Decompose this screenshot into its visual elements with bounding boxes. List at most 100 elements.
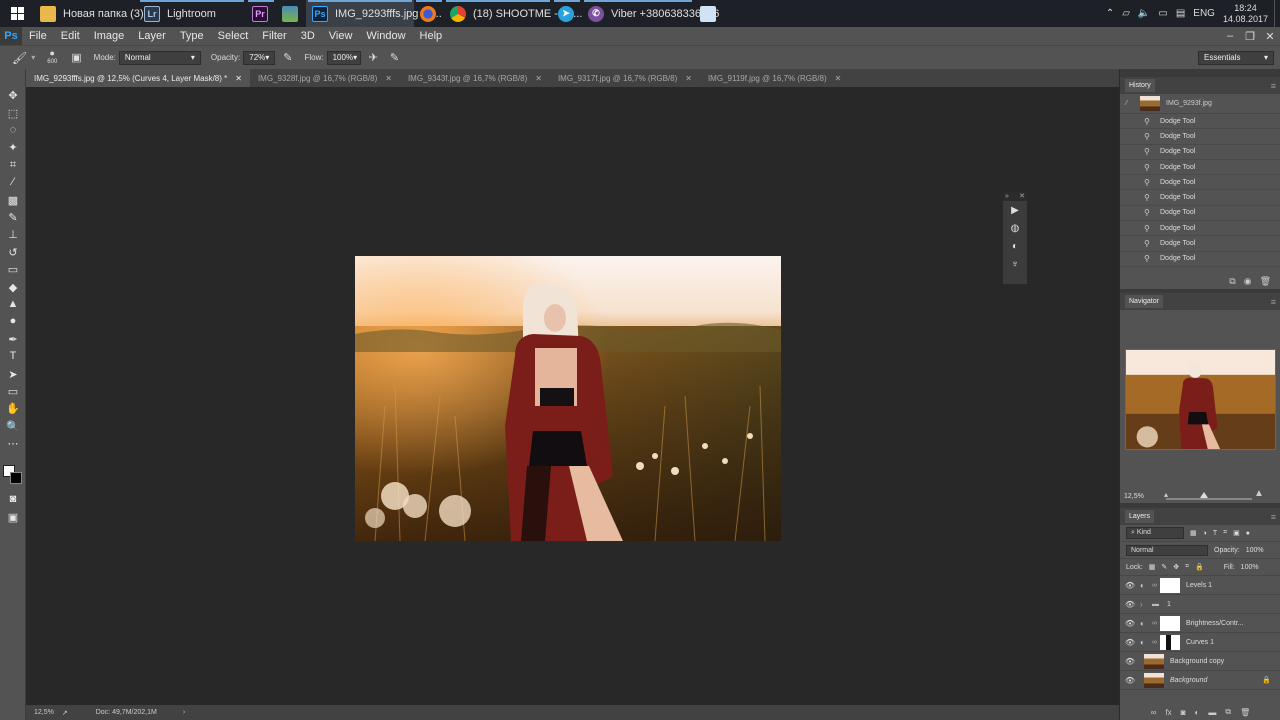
close-tab-icon[interactable]: ✕ <box>385 74 392 83</box>
pen-tool-icon[interactable]: ✒ <box>4 331 22 347</box>
history-snapshot[interactable]: ⁄ IMG_9293f.jpg <box>1120 94 1280 114</box>
taskbar-item-photoshop[interactable]: Ps IMG_9293fffs.jpg @... <box>306 0 442 27</box>
menu-3d[interactable]: 3D <box>294 30 322 42</box>
lock-all-icon[interactable]: 🔒 <box>1195 563 1204 571</box>
tab-layers[interactable]: Layers <box>1125 510 1155 523</box>
type-tool-icon[interactable]: T <box>4 348 22 364</box>
dodge-tool-icon[interactable]: ● <box>4 313 22 329</box>
visibility-eye-icon[interactable]: 👁 <box>1120 638 1140 647</box>
background-color-swatch[interactable] <box>10 472 22 484</box>
menu-layer[interactable]: Layer <box>131 30 173 42</box>
layer-background[interactable]: 👁 Background 🔒 <box>1120 671 1280 690</box>
taskbar-item-viber[interactable]: ✆ Viber +380638336126 <box>582 0 719 27</box>
eraser-tool-icon[interactable]: ▭ <box>4 261 22 277</box>
trash-icon[interactable]: 🗑 <box>1240 708 1250 717</box>
opacity-field[interactable]: 72% ▾ <box>243 50 276 65</box>
brush-preset-picker[interactable]: ● 600 <box>47 48 57 67</box>
filter-toggle-icon[interactable]: ● <box>1246 530 1250 537</box>
adjustments-icon[interactable]: ◍ <box>1003 219 1027 237</box>
workspace-switcher[interactable]: Essentials ▾ <box>1198 50 1274 65</box>
filter-smart-icon[interactable]: ▣ <box>1233 529 1240 537</box>
filter-adjustment-icon[interactable]: ◑ <box>1203 530 1207 537</box>
hand-tool-icon[interactable]: ✋ <box>4 400 22 416</box>
tray-expand-icon[interactable]: ⌃ <box>1106 8 1114 19</box>
layer-mask-thumbnail[interactable] <box>1160 634 1180 650</box>
brush-tool-icon[interactable]: ✎ <box>4 209 22 225</box>
menu-filter[interactable]: Filter <box>255 30 293 42</box>
panel-menu-icon[interactable]: ≡ <box>1271 297 1276 307</box>
filter-pixel-icon[interactable]: ▦ <box>1190 529 1197 537</box>
visibility-eye-icon[interactable]: 👁 <box>1120 676 1140 685</box>
new-group-icon[interactable]: ▬ <box>1208 708 1216 717</box>
navigator-preview[interactable] <box>1125 349 1276 450</box>
layer-brightness-contrast[interactable]: 👁 ◐ ∞ Brightness/Contr... <box>1120 614 1280 633</box>
taskbar-item-firefox[interactable] <box>414 0 444 27</box>
filter-shape-icon[interactable]: ⌗ <box>1223 529 1227 537</box>
doc-tab-img-9119[interactable]: IMG_9119f.jpg @ 16,7% (RGB/8) ✕ <box>700 69 849 87</box>
collapse-icon[interactable]: » <box>1005 192 1009 201</box>
taskbar-item-chrome[interactable]: (18) SHOOTME - Yo... <box>444 0 582 27</box>
status-menu-chevron-icon[interactable]: › <box>183 709 185 716</box>
close-tab-icon[interactable]: ✕ <box>835 74 842 83</box>
network-icon[interactable]: ▱ <box>1122 8 1130 19</box>
zoom-in-icon[interactable]: ▲ <box>1254 488 1264 499</box>
path-selection-tool-icon[interactable]: ➤ <box>4 366 22 382</box>
marquee-tool-icon[interactable]: ⬚ <box>4 105 22 121</box>
visibility-eye-icon[interactable]: 👁 <box>1120 600 1140 609</box>
brush-settings-icon[interactable]: ♆ <box>1003 255 1027 273</box>
blend-mode-select[interactable]: Normal <box>1126 544 1208 556</box>
menu-image[interactable]: Image <box>87 30 132 42</box>
volume-icon[interactable]: 🔈 <box>1138 8 1150 19</box>
menu-window[interactable]: Window <box>359 30 412 42</box>
history-step[interactable]: ⚲ Dodge Tool <box>1120 190 1280 206</box>
history-brush-tool-icon[interactable]: ↺ <box>4 244 22 260</box>
play-icon[interactable]: ▶ <box>1003 201 1027 219</box>
layer-mask-thumbnail[interactable] <box>1160 577 1180 593</box>
airbrush-icon[interactable]: ✈ <box>369 51 378 64</box>
link-chain-icon[interactable]: ∞ <box>1152 639 1160 646</box>
doc-tab-img-9317[interactable]: IMG_9317f.jpg @ 16,7% (RGB/8) ✕ <box>550 69 700 87</box>
lasso-tool-icon[interactable]: ◌ <box>4 122 22 138</box>
lock-artboard-icon[interactable]: ⌗ <box>1185 563 1189 571</box>
blur-tool-icon[interactable]: ▲ <box>4 296 22 312</box>
menu-view[interactable]: View <box>322 30 360 42</box>
layer-background-copy[interactable]: 👁 Background copy <box>1120 652 1280 671</box>
visibility-eye-icon[interactable]: 👁 <box>1120 619 1140 628</box>
navigator-zoom-slider[interactable] <box>1166 498 1252 500</box>
menu-type[interactable]: Type <box>173 30 211 42</box>
brush-panel-toggle-icon[interactable]: ▣ <box>71 51 81 64</box>
taskbar-item-premiere[interactable]: Pr <box>246 0 276 27</box>
menu-file[interactable]: File <box>22 30 54 42</box>
properties-icon[interactable]: ◐ <box>1003 237 1027 255</box>
taskbar-item-lightroom[interactable]: Lr Lightroom <box>138 0 246 27</box>
paint-bucket-tool-icon[interactable]: ◆ <box>4 279 22 295</box>
flow-field[interactable]: 100% ▾ <box>326 50 361 65</box>
navigator-zoom-knob[interactable] <box>1200 492 1208 498</box>
pressure-opacity-icon[interactable]: ✎ <box>283 51 292 64</box>
history-step[interactable]: ⚲ Dodge Tool <box>1120 236 1280 252</box>
layer-opacity-field[interactable]: 100% <box>1246 547 1264 554</box>
expand-chevron-icon[interactable]: › <box>1140 600 1152 609</box>
menu-help[interactable]: Help <box>413 30 450 42</box>
history-step[interactable]: ⚲ Dodge Tool <box>1120 175 1280 191</box>
new-document-from-state-icon[interactable]: ⧉ <box>1229 276 1235 287</box>
menu-select[interactable]: Select <box>211 30 256 42</box>
zoom-tool-icon[interactable]: 🔍 <box>4 418 22 434</box>
layer-group-1[interactable]: 👁 › ▬ 1 <box>1120 595 1280 614</box>
lock-transparent-icon[interactable]: ▦ <box>1149 563 1156 571</box>
close-icon[interactable]: ✕ <box>1260 30 1280 43</box>
brush-tool-icon[interactable]: 🖌 <box>12 51 27 65</box>
close-tab-icon[interactable]: ✕ <box>535 74 542 83</box>
tab-navigator[interactable]: Navigator <box>1125 295 1163 308</box>
zoom-readout[interactable]: 12,5% <box>34 709 54 716</box>
document-image[interactable] <box>355 256 781 541</box>
lock-position-icon[interactable]: ✥ <box>1173 563 1179 571</box>
start-button[interactable] <box>0 0 34 27</box>
taskbar-item-folder[interactable]: Новая папка (3) <box>34 0 144 27</box>
camera-icon[interactable]: ◉ <box>1244 276 1252 287</box>
show-desktop-button[interactable] <box>1274 0 1280 27</box>
trash-icon[interactable]: 🗑 <box>1260 276 1271 287</box>
history-step[interactable]: ⚲ Dodge Tool <box>1120 145 1280 160</box>
mode-select[interactable]: Normal ▾ <box>118 50 201 65</box>
panel-menu-icon[interactable]: ≡ <box>1271 512 1276 522</box>
